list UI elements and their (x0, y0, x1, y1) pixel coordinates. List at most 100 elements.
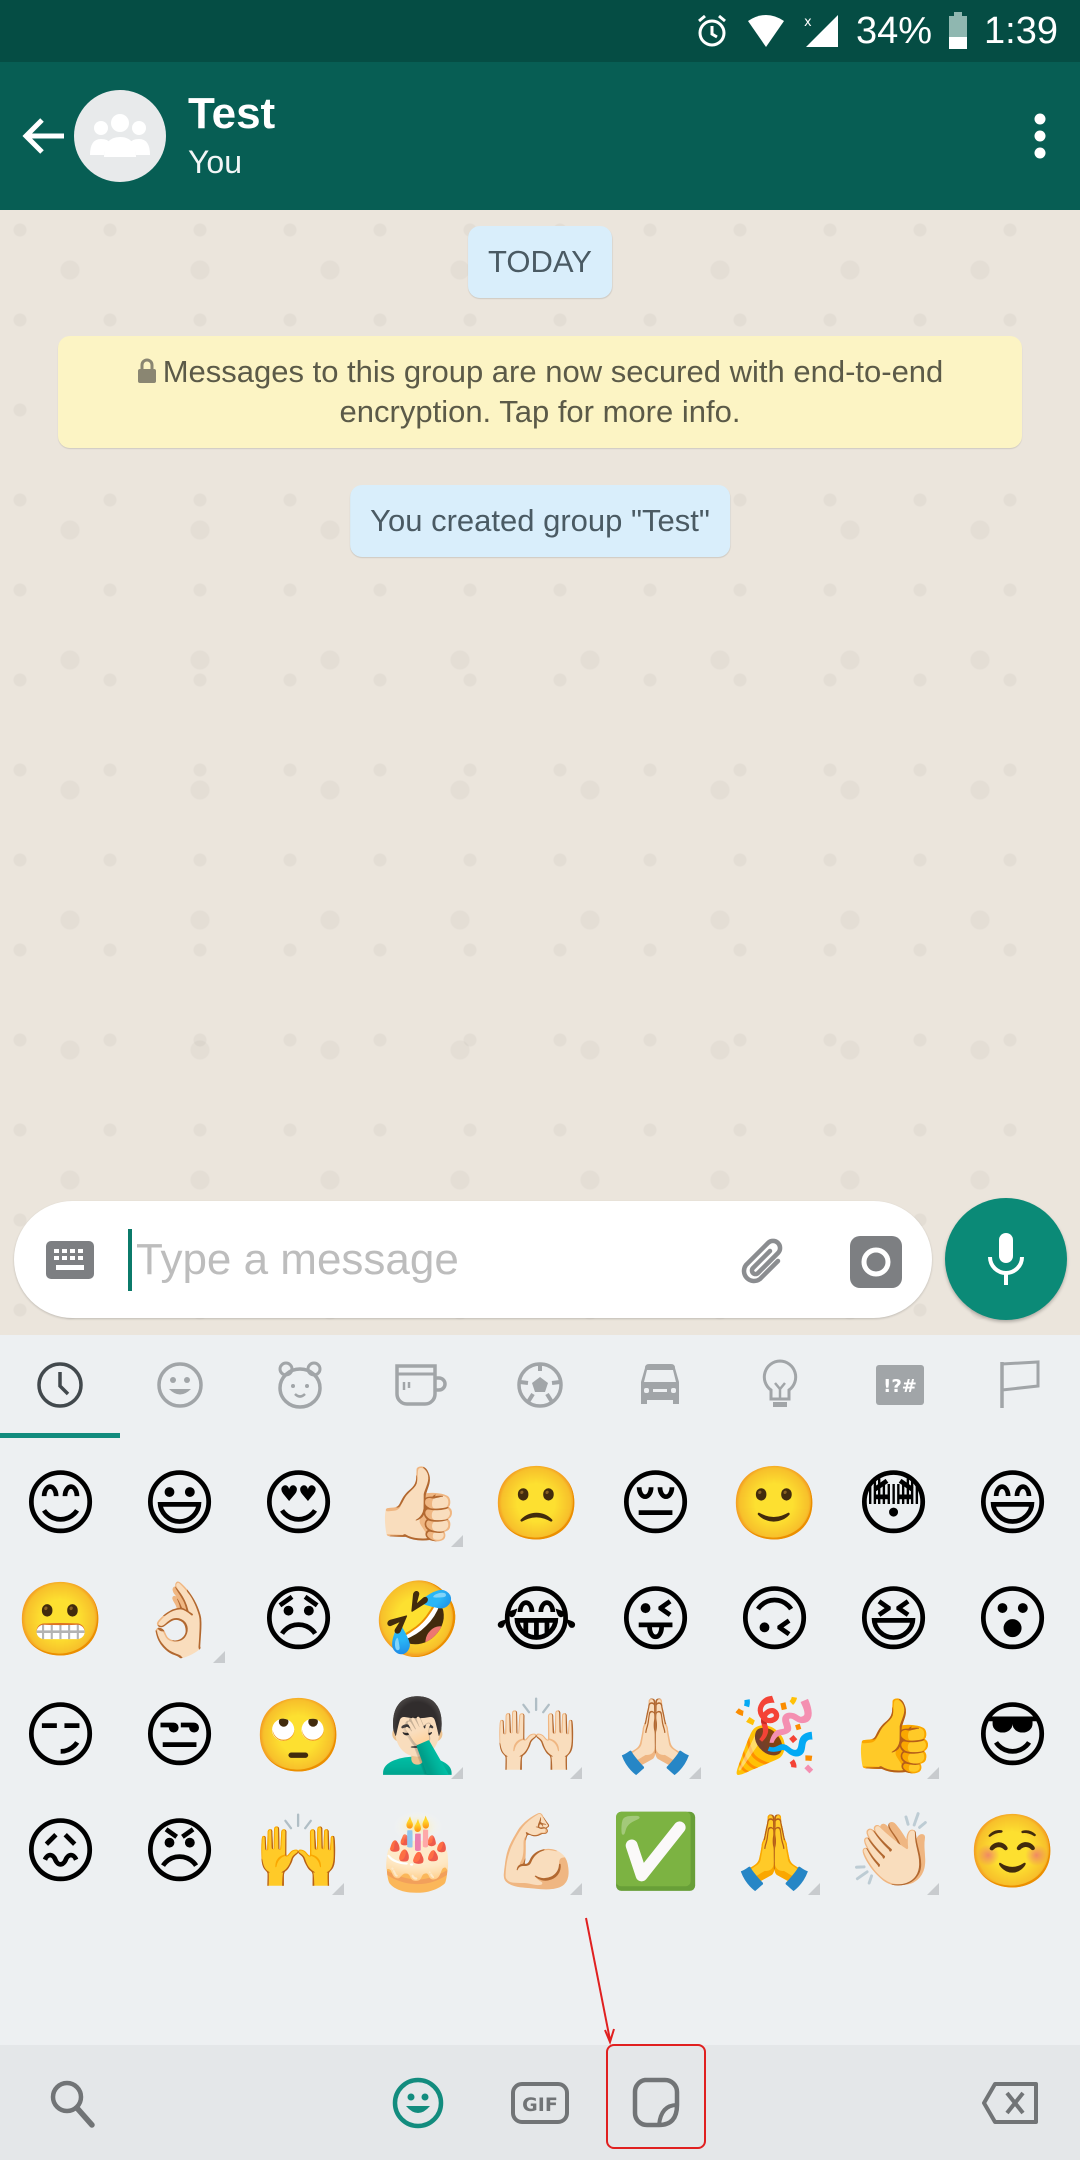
emoji-slightly-smiling-face[interactable]: 🙂 (715, 1445, 834, 1561)
tab-smileys[interactable] (120, 1335, 240, 1435)
bear-icon (278, 1361, 322, 1409)
emoji-smirking-face[interactable]: 😏 (1, 1677, 120, 1793)
emoji-glyph: 😜 (617, 1577, 694, 1661)
tab-travel[interactable] (600, 1335, 720, 1435)
emoji-birthday-cake[interactable]: 🎂 (358, 1793, 477, 1909)
emoji-party-popper[interactable]: 🎉 (715, 1677, 834, 1793)
symbols-icon: !?# (876, 1365, 924, 1405)
emoji-open-mouth-face[interactable]: 😮 (953, 1561, 1072, 1677)
search-button[interactable] (32, 2045, 112, 2160)
emoji-grid: 😊 😃 😍 👍🏻 🙁 😔 🙂 😳 😄 😬 👌🏻 😞 🤣 😂 😜 🙃 😆 😮 😏 😒 🙄 🤦🏻‍♂️ 🙌🏻 🙏🏻 🎉 👍 😎 😖 😠 🙌 🎂 💪… (0, 1445, 1080, 1909)
emoji-grimacing-face[interactable]: 😬 (1, 1561, 120, 1677)
emoji-glyph: 😞 (260, 1577, 337, 1661)
emoji-glyph: 🙌🏻 (491, 1692, 582, 1777)
emoji-glyph: 😄 (974, 1461, 1051, 1545)
emoji-disappointed-face[interactable]: 😞 (239, 1561, 358, 1677)
message-input[interactable] (136, 1234, 696, 1285)
tab-animals[interactable] (240, 1335, 360, 1435)
tab-activity[interactable] (480, 1335, 600, 1435)
tab-symbols[interactable]: !?# (840, 1335, 960, 1435)
svg-text:x: x (804, 15, 812, 30)
emoji-thumbs-up[interactable]: 👍 (834, 1677, 953, 1793)
sticker-tab-button[interactable] (616, 2045, 696, 2160)
emoji-confounded-face[interactable]: 😖 (1, 1793, 120, 1909)
emoji-glyph: 😖 (22, 1809, 99, 1893)
chat-header: Test You (0, 62, 1080, 210)
backspace-button[interactable] (966, 2045, 1056, 2160)
emoji-glyph: 😠 (141, 1809, 218, 1893)
gif-tab-button[interactable]: GIF (498, 2045, 582, 2160)
emoji-flushed-face[interactable]: 😳 (834, 1445, 953, 1561)
skin-tone-indicator-icon (570, 1883, 582, 1895)
emoji-upside-down-face[interactable]: 🙃 (715, 1561, 834, 1677)
encryption-notice-text: Messages to this group are now secured w… (162, 354, 944, 429)
skin-tone-indicator-icon (570, 1767, 582, 1779)
tab-objects[interactable] (720, 1335, 840, 1435)
chat-title: Test (188, 89, 276, 138)
emoji-glyph: 😔 (617, 1461, 694, 1545)
emoji-glyph: 👏🏻 (848, 1808, 939, 1893)
emoji-folded-hands[interactable]: 🙏 (715, 1793, 834, 1909)
emoji-angry-face[interactable]: 😠 (120, 1793, 239, 1909)
emoji-raising-hands-light[interactable]: 🙌🏻 (477, 1677, 596, 1793)
text-caret (128, 1228, 132, 1291)
emoji-glyph: 😏 (22, 1693, 99, 1777)
paperclip-icon[interactable] (734, 1231, 792, 1287)
emoji-slightly-frowning-face[interactable]: 🙁 (477, 1445, 596, 1561)
emoji-sunglasses-face[interactable]: 😎 (953, 1677, 1072, 1793)
voice-record-button[interactable] (945, 1198, 1067, 1320)
chat-title-block[interactable]: Test You (188, 88, 275, 184)
tab-food[interactable] (360, 1335, 480, 1435)
wifi-icon (746, 13, 786, 49)
battery-icon (948, 12, 968, 50)
emoji-grinning-squinting-face[interactable]: 😆 (834, 1561, 953, 1677)
emoji-rolling-on-floor-laughing[interactable]: 🤣 (358, 1561, 477, 1677)
emoji-smiling-face[interactable]: ☺️ (953, 1793, 1072, 1909)
emoji-glyph: 😳 (855, 1461, 932, 1545)
back-button[interactable] (8, 62, 78, 210)
chat-messages-area[interactable]: TODAY Messages to this group are now sec… (0, 210, 1080, 1335)
camera-icon[interactable] (850, 1236, 902, 1288)
tab-recent[interactable] (0, 1335, 120, 1438)
emoji-glyph: ☺️ (967, 1808, 1058, 1893)
battery-percent: 34% (855, 9, 933, 52)
emoji-clapping-hands-light[interactable]: 👏🏻 (834, 1793, 953, 1909)
emoji-grinning-face-big-eyes[interactable]: 😃 (120, 1445, 239, 1561)
encryption-notice[interactable]: Messages to this group are now secured w… (58, 336, 1022, 448)
emoji-glyph: 👍🏻 (372, 1460, 463, 1545)
emoji-facepalm-light[interactable]: 🤦🏻‍♂️ (358, 1677, 477, 1793)
emoji-ok-hand-light[interactable]: 👌🏻 (120, 1561, 239, 1677)
emoji-eye-roll-face[interactable]: 🙄 (239, 1677, 358, 1793)
arrow-left-icon (22, 118, 64, 154)
skin-tone-indicator-icon (213, 1651, 225, 1663)
emoji-pensive-face[interactable]: 😔 (596, 1445, 715, 1561)
sticker-icon (632, 2077, 680, 2127)
group-avatar[interactable] (74, 90, 166, 182)
emoji-glyph: 😮 (974, 1577, 1051, 1661)
gif-icon: GIF (511, 2081, 569, 2124)
emoji-heart-eyes[interactable]: 😍 (239, 1445, 358, 1561)
emoji-glyph: 🙌 (253, 1808, 344, 1893)
soccer-ball-icon (517, 1362, 563, 1408)
status-bar: x 34% 1:39 (0, 0, 1080, 62)
skin-tone-indicator-icon (332, 1883, 344, 1895)
emoji-tab-button[interactable] (378, 2045, 458, 2160)
emoji-smiling-face-with-smiling-eyes[interactable]: 😊 (1, 1445, 120, 1561)
clock-time: 1:39 (984, 9, 1058, 52)
emoji-grinning-smiling-eyes[interactable]: 😄 (953, 1445, 1072, 1561)
more-vertical-icon (1034, 113, 1046, 159)
overflow-menu-button[interactable] (1000, 62, 1080, 210)
tab-flags[interactable] (960, 1335, 1080, 1435)
emoji-unamused-face[interactable]: 😒 (120, 1677, 239, 1793)
keyboard-icon[interactable] (46, 1240, 94, 1279)
clock-icon (37, 1362, 83, 1408)
emoji-glyph: 😬 (15, 1576, 106, 1661)
emoji-winking-tongue-face[interactable]: 😜 (596, 1561, 715, 1677)
emoji-check-mark-button[interactable]: ✅ (596, 1793, 715, 1909)
emoji-raising-hands[interactable]: 🙌 (239, 1793, 358, 1909)
emoji-glyph: 😃 (141, 1461, 218, 1545)
emoji-tears-of-joy[interactable]: 😂 (477, 1561, 596, 1677)
emoji-flexed-biceps-light[interactable]: 💪🏻 (477, 1793, 596, 1909)
emoji-folded-hands-light[interactable]: 🙏🏻 (596, 1677, 715, 1793)
emoji-thumbs-up-light[interactable]: 👍🏻 (358, 1445, 477, 1561)
